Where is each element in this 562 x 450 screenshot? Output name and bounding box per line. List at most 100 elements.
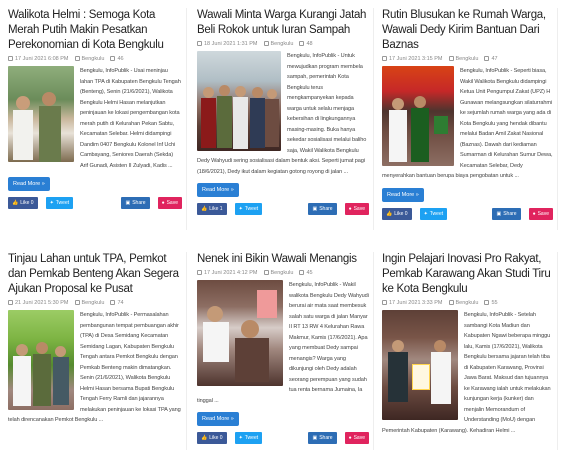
article-date: 21 Juni 2021 5:30 PM [15,300,69,306]
eye-icon [484,56,490,62]
article-body: Bengkulu, InfoPublik - Seperti biasa, Wa… [378,66,557,182]
article-meta: 21 Juni 2021 5:30 PM Bengkulu 74 [4,297,186,310]
share-bar: 👍 Like 0 ✦ Tweet ▣ Share ● Save [378,202,557,226]
tweet-button[interactable]: ✦ Tweet [419,207,448,220]
article-date: 17 Juni 2021 6:08 PM [15,56,69,62]
article-views: 74 [117,300,124,306]
tweet-button[interactable]: ✦ Tweet [234,203,263,215]
article-views: 48 [306,41,313,47]
share-icon: ▣ [312,435,318,441]
read-more-button[interactable]: Read More » [8,177,50,191]
thumbs-up-icon: 👍 [12,200,19,206]
article-thumbnail[interactable] [197,51,281,151]
article-card: Walikota Helmi : Semoga Kota Merah Putih… [4,8,187,230]
article-views: 55 [491,300,498,306]
thumbs-up-icon: 👍 [386,210,393,217]
article-card: Tinjau Lahan untuk TPA, Pemkot dan Pemka… [4,252,187,450]
bird-icon: ✦ [49,200,54,206]
facebook-like-button[interactable]: 👍 Like 0 [382,207,412,220]
article-title[interactable]: Rutin Blusukan ke Rumah Warga, Wawali De… [378,8,557,53]
save-button[interactable]: ● Save [157,197,182,209]
article-thumbnail[interactable] [8,310,74,410]
folder-icon [74,300,80,306]
article-thumbnail[interactable] [197,280,283,386]
article-body: Bengkulu, InfoPublik - Usai meninjau lah… [4,66,186,171]
article-card: Nenek ini Bikin Wawali Menangis 17 Juni … [193,252,374,450]
card-fade [4,438,186,450]
article-body: Bengkulu, InfoPublik - Setelah sambangi … [378,310,557,436]
article-views: 46 [117,56,124,62]
card-fade [378,438,557,450]
bird-icon: ✦ [423,210,428,217]
bird-icon: ✦ [238,435,243,441]
article-title[interactable]: Tinjau Lahan untuk TPA, Pemkot dan Pemka… [4,252,186,297]
read-more-button[interactable]: Read More » [382,187,424,202]
facebook-like-button[interactable]: 👍 Like 0 [197,432,227,444]
calendar-icon [382,300,387,306]
article-title[interactable]: Nenek ini Bikin Wawali Menangis [193,252,373,267]
article-category[interactable]: Bengkulu [456,56,479,62]
share-bar: 👍 Like 1 ✦ Tweet ▣ Share ● Save [193,197,373,221]
pin-icon: ● [348,435,352,441]
calendar-icon [197,41,202,47]
share-icon: ▣ [312,206,318,212]
article-meta: 18 Juni 2021 1:31 PM Bengkulu 48 [193,38,373,51]
article-category[interactable]: Bengkulu [82,300,105,306]
read-more-button[interactable]: Read More » [197,412,239,426]
article-date: 17 Juni 2021 3:15 PM [389,56,443,62]
article-meta: 17 Juni 2021 3:33 PM Bengkulu 55 [378,297,557,310]
share-bar: 👍 Like 0 ✦ Tweet ▣ Share ● Save [193,426,373,450]
folder-icon [263,41,269,47]
pin-icon: ● [348,206,352,212]
tweet-button[interactable]: ✦ Tweet [45,197,74,209]
article-card: Rutin Blusukan ke Rumah Warga, Wawali De… [378,8,558,230]
article-title[interactable]: Wawali Minta Warga Kurangi Jatah Beli Ro… [193,8,373,38]
save-button[interactable]: ● Save [528,207,553,220]
share-button[interactable]: ▣ Share [492,207,521,220]
article-body: Bengkulu, InfoPublik - Permasalahan pemb… [4,310,186,426]
article-category[interactable]: Bengkulu [456,300,479,306]
eye-icon [110,56,116,62]
article-thumbnail[interactable] [382,310,458,420]
save-button[interactable]: ● Save [344,203,369,215]
article-category[interactable]: Bengkulu [271,270,294,276]
eye-icon [299,270,305,276]
folder-icon [448,300,454,306]
article-category[interactable]: Bengkulu [82,56,105,62]
article-thumbnail[interactable] [382,66,454,166]
thumbs-up-icon: 👍 [201,206,208,212]
article-title[interactable]: Walikota Helmi : Semoga Kota Merah Putih… [4,8,186,53]
eye-icon [484,300,490,306]
save-button[interactable]: ● Save [344,432,369,444]
article-thumbnail[interactable] [8,66,74,162]
facebook-like-button[interactable]: 👍 Like 1 [197,203,227,215]
article-views: 45 [306,270,313,276]
bird-icon: ✦ [238,206,243,212]
article-meta: 17 Juni 2021 4:12 PM Bengkulu 45 [193,267,373,280]
article-grid: Walikota Helmi : Semoga Kota Merah Putih… [0,0,562,450]
article-title[interactable]: Ingin Pelajari Inovasi Pro Rakyat, Pemka… [378,252,557,297]
facebook-like-button[interactable]: 👍 Like 0 [8,197,38,209]
thumbs-up-icon: 👍 [201,435,208,441]
share-button[interactable]: ▣ Share [308,203,337,215]
share-bar: 👍 Like 0 ✦ Tweet ▣ Share ● Save [4,191,186,215]
article-card: Ingin Pelajari Inovasi Pro Rakyat, Pemka… [378,252,558,450]
article-views: 47 [491,56,498,62]
folder-icon [448,56,454,62]
article-date: 17 Juni 2021 4:12 PM [204,270,258,276]
share-button[interactable]: ▣ Share [308,432,337,444]
article-card: Wawali Minta Warga Kurangi Jatah Beli Ro… [193,8,374,230]
share-button[interactable]: ▣ Share [121,197,150,209]
pin-icon: ● [161,200,165,206]
folder-icon [74,56,80,62]
calendar-icon [382,56,387,62]
article-category[interactable]: Bengkulu [271,41,294,47]
calendar-icon [197,270,202,276]
share-icon: ▣ [496,210,502,217]
article-date: 18 Juni 2021 1:31 PM [204,41,258,47]
share-icon: ▣ [125,200,131,206]
read-more-button[interactable]: Read More » [197,183,239,197]
tweet-button[interactable]: ✦ Tweet [234,432,263,444]
calendar-icon [8,300,13,306]
article-body: Bengkulu, InfoPublik - Untuk mewujudkan … [193,51,373,177]
